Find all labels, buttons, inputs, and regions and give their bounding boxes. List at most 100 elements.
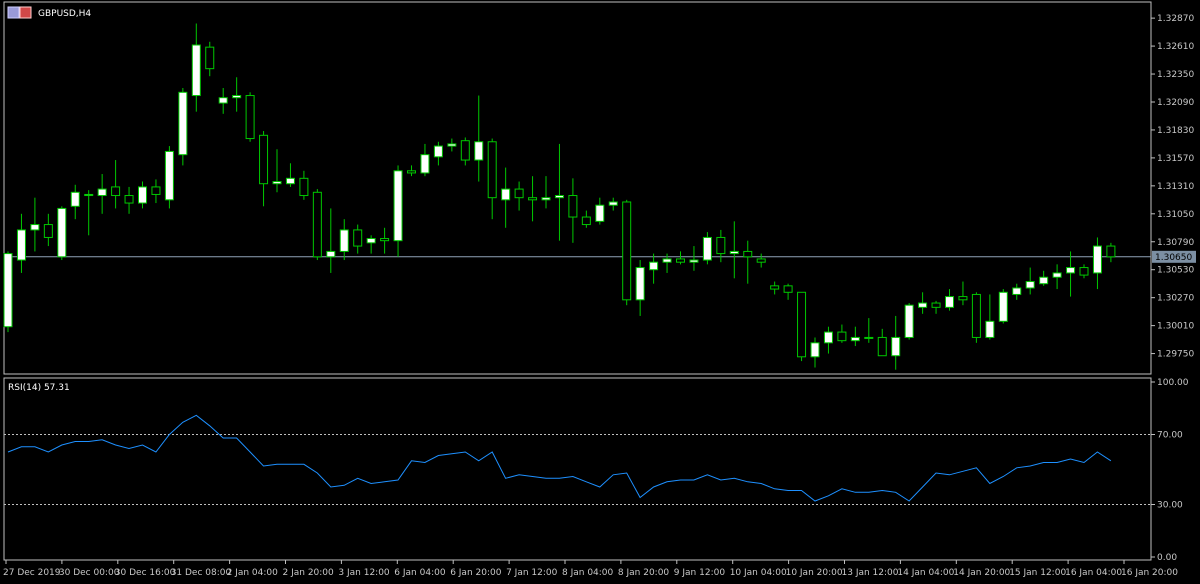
price-tick-label: 1.32610 xyxy=(1157,42,1194,52)
candle-body xyxy=(353,229,363,247)
candle xyxy=(1052,264,1062,290)
candle-body xyxy=(1066,267,1076,274)
candle xyxy=(864,318,874,343)
time-tick-label: 14 Jan 04:00 xyxy=(897,568,954,578)
candle-body xyxy=(218,97,228,104)
candle xyxy=(931,300,941,314)
candle-body xyxy=(797,291,807,358)
candle-body xyxy=(985,320,995,338)
candle xyxy=(111,160,121,209)
candle-body xyxy=(420,154,430,174)
candle-body xyxy=(232,95,242,99)
candle xyxy=(743,240,753,284)
symbol-title: GBPUSD,H4 xyxy=(38,9,91,19)
candle xyxy=(702,232,712,265)
candle-body xyxy=(810,342,820,358)
candle-body xyxy=(716,236,726,255)
candle xyxy=(460,137,470,166)
candle-body xyxy=(514,188,524,199)
candle-body xyxy=(433,145,443,158)
candle-body xyxy=(84,193,94,197)
candle-body xyxy=(1092,245,1102,274)
candle xyxy=(232,77,242,112)
candle xyxy=(312,189,322,261)
candle-body xyxy=(366,238,376,244)
candle xyxy=(837,324,847,343)
price-tick-label: 1.30530 xyxy=(1157,266,1194,276)
candle-body xyxy=(259,134,269,185)
candle-body xyxy=(501,188,511,201)
candle-body xyxy=(1039,276,1049,285)
candle xyxy=(635,260,645,316)
time-axis: 27 Dec 201930 Dec 00:0030 Dec 16:0031 De… xyxy=(3,560,1178,578)
candle-body xyxy=(541,197,551,201)
candle xyxy=(70,184,80,220)
rsi-indicator: 100.00 70.00 30.00 0.00 xyxy=(4,378,1189,563)
candle xyxy=(958,281,968,306)
candle-body xyxy=(891,336,901,357)
rsi-line xyxy=(7,414,1112,502)
candle-body xyxy=(595,204,605,222)
candle xyxy=(339,219,349,261)
candle xyxy=(326,208,336,273)
candlestick-series xyxy=(3,23,1116,370)
candle-body xyxy=(191,44,201,97)
candle xyxy=(1092,237,1102,290)
window-icon[interactable] xyxy=(7,6,32,19)
candle-body xyxy=(57,207,67,258)
candle xyxy=(770,281,780,295)
candle-body xyxy=(487,141,497,199)
candle xyxy=(191,23,201,112)
candle xyxy=(151,179,161,204)
candle-body xyxy=(393,170,403,242)
candle-body xyxy=(837,331,847,342)
candle xyxy=(783,283,793,300)
candle xyxy=(1066,251,1076,297)
time-tick-label: 31 Dec 08:00 xyxy=(171,568,232,578)
candle-body xyxy=(474,141,484,161)
candle-body xyxy=(958,296,968,301)
candle-body xyxy=(931,302,941,308)
candle xyxy=(649,253,659,284)
rsi-tick-label: 30.00 xyxy=(1157,501,1183,511)
candle-body xyxy=(1052,272,1062,278)
candle-body xyxy=(3,253,13,328)
candle-body xyxy=(178,91,188,156)
candle-body xyxy=(245,95,255,140)
candle xyxy=(608,197,618,211)
candle-body xyxy=(904,304,914,338)
candle-body xyxy=(581,216,591,226)
candle-body xyxy=(877,336,887,357)
time-tick-label: 16 Jan 04:00 xyxy=(1065,568,1122,578)
candle-body xyxy=(97,188,107,197)
candle xyxy=(1012,283,1022,300)
candle xyxy=(205,41,215,77)
candle-body xyxy=(30,224,40,231)
candle-body xyxy=(70,191,80,207)
time-tick-label: 13 Jan 12:00 xyxy=(842,568,899,578)
candle-body xyxy=(702,236,712,261)
candle xyxy=(420,143,430,177)
candle-body xyxy=(662,258,672,263)
candle-body xyxy=(756,258,766,263)
candle xyxy=(729,221,739,279)
candle xyxy=(971,292,981,343)
candle xyxy=(541,176,551,209)
candle-body xyxy=(729,250,739,255)
candle-body xyxy=(622,201,632,301)
candle xyxy=(1079,264,1089,279)
candle-body xyxy=(783,285,793,293)
current-price-label: 1.30650 xyxy=(1155,253,1192,263)
candle-body xyxy=(138,186,147,204)
candle-body xyxy=(447,143,457,147)
rsi-tick-label: 70.00 xyxy=(1157,431,1183,441)
candle xyxy=(178,88,188,166)
time-tick-label: 3 Jan 12:00 xyxy=(338,568,390,578)
candle xyxy=(366,235,376,254)
candle xyxy=(97,174,107,214)
candle xyxy=(124,186,134,214)
candle xyxy=(998,289,1008,324)
candle xyxy=(797,291,807,362)
candle xyxy=(1106,242,1116,263)
candle-body xyxy=(151,186,161,195)
